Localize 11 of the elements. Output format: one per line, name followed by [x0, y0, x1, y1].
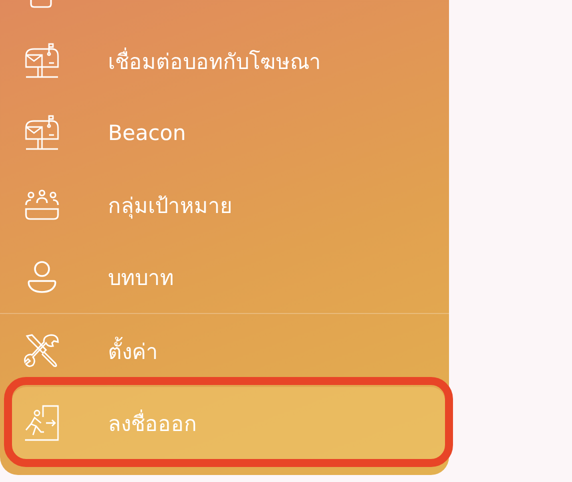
menu-item[interactable]: กลุ่มเป้าหมาย: [12, 169, 445, 241]
menu-item[interactable]: บทบาท: [12, 241, 445, 313]
menu-item[interactable]: ลงชื่อออก: [12, 387, 445, 459]
mailbox-icon: [24, 43, 60, 79]
menu-item[interactable]: Beacon: [12, 97, 445, 169]
group-icon: [24, 187, 60, 223]
menu-item[interactable]: ตั้งค่า: [12, 315, 445, 387]
tools-icon: [24, 333, 60, 369]
menu-item[interactable]: เชื่อมต่อบอทกับโฆษณา: [12, 25, 445, 97]
exit-icon: [24, 405, 60, 441]
mailbox-icon: [24, 115, 60, 151]
